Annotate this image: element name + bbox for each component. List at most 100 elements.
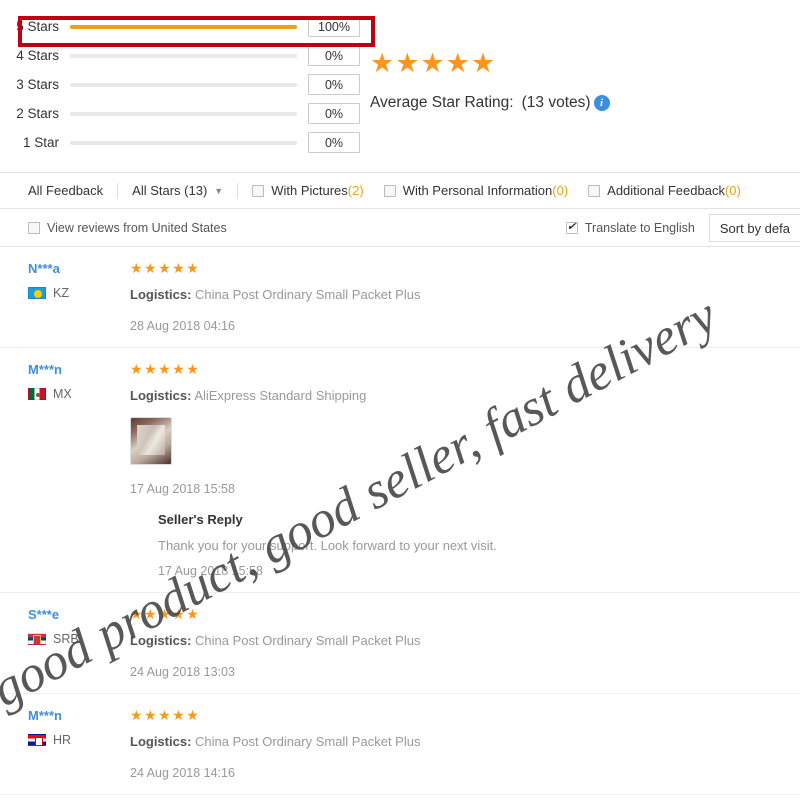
review-stars-icon: ★★★★★ xyxy=(130,707,201,723)
average-stars-icon: ★★★★★ xyxy=(370,48,497,78)
flag-mx-icon xyxy=(28,388,46,400)
reviewer-name[interactable]: M***n xyxy=(28,708,130,723)
rating-bar-row[interactable]: 5 Stars 100% xyxy=(0,12,360,41)
rating-bar-row[interactable]: 2 Stars 0% xyxy=(0,99,360,128)
chevron-down-icon: ▼ xyxy=(214,185,224,196)
rating-bar-row[interactable]: 1 Star 0% xyxy=(0,128,360,157)
filter-translate-to-english[interactable]: Translate to English xyxy=(565,220,695,235)
flag-hr-icon xyxy=(28,734,46,746)
rating-bar-fill xyxy=(70,24,297,29)
logistics-label: Logistics: xyxy=(130,633,192,648)
country-code: SRB xyxy=(53,632,79,646)
logistics-label: Logistics: xyxy=(130,287,192,302)
rating-bar-row[interactable]: 3 Stars 0% xyxy=(0,70,360,99)
rating-bar-row[interactable]: 4 Stars 0% xyxy=(0,41,360,70)
additional-feedback-label: Additional Feedback xyxy=(607,183,725,198)
filter-with-pictures[interactable]: With Pictures (2) xyxy=(252,183,364,198)
rating-bar-label: 3 Stars xyxy=(16,77,59,92)
review-page: 5 Stars 100% 4 Stars 0% 3 Stars 0% 2 Sta… xyxy=(0,0,800,800)
info-icon[interactable]: i xyxy=(593,95,610,111)
seller-reply: Seller's Reply Thank you for your suppor… xyxy=(130,512,800,578)
feedback-filter-bar: All Feedback All Stars (13) ▼ With Pictu… xyxy=(0,172,800,209)
country-code: KZ xyxy=(53,286,69,300)
rating-bar-label: 5 Stars xyxy=(16,19,59,34)
filter-with-personal-information[interactable]: With Personal Information (0) xyxy=(383,183,569,198)
filter-view-reviews-country[interactable]: View reviews from United States xyxy=(28,221,227,235)
seller-reply-title: Seller's Reply xyxy=(158,512,243,527)
review-item: N***a KZ ★★★★★ Logistics: China Post Ord… xyxy=(0,247,800,348)
flag-srb-icon xyxy=(28,633,46,645)
review-item-partial: AliExpress Shopper ★★★★★ xyxy=(0,795,800,800)
reviewer-country: MX xyxy=(28,387,130,401)
review-logistics: Logistics: China Post Ordinary Small Pac… xyxy=(130,287,800,302)
rating-bar-percent: 0% xyxy=(308,132,360,153)
reviewer-info: M***n HR xyxy=(0,708,130,794)
filter-all-stars-label: All Stars (13) xyxy=(132,183,208,198)
reviewer-info: N***a KZ xyxy=(0,261,130,347)
review-item: S***e SRB ★★★★★ Logistics: China Post Or… xyxy=(0,593,800,694)
right-controls: Translate to English Sort by defa xyxy=(565,209,800,247)
review-date: 28 Aug 2018 04:16 xyxy=(130,319,235,333)
average-rating-block: ★★★★★ Average Star Rating: (13 votes) i xyxy=(370,50,610,112)
filter-all-stars-dropdown[interactable]: All Stars (13) ▼ xyxy=(132,183,223,198)
additional-feedback-checkbox[interactable] xyxy=(588,184,601,197)
reviewer-name[interactable]: M***n xyxy=(28,362,130,377)
logistics-value: China Post Ordinary Small Packet Plus xyxy=(195,633,421,648)
with-pictures-label: With Pictures xyxy=(271,183,348,198)
view-reviews-checkbox[interactable] xyxy=(28,221,40,234)
review-date: 24 Aug 2018 14:16 xyxy=(130,766,235,780)
reviewer-name[interactable]: N***a xyxy=(28,261,130,276)
review-logistics: Logistics: AliExpress Standard Shipping xyxy=(130,388,800,403)
logistics-value: China Post Ordinary Small Packet Plus xyxy=(195,287,421,302)
review-date: 24 Aug 2018 13:03 xyxy=(130,665,235,679)
review-body: ★★★★★ Logistics: AliExpress Standard Shi… xyxy=(130,362,800,592)
with-pictures-count: (2) xyxy=(347,183,364,198)
review-stars-icon: ★★★★★ xyxy=(130,260,201,276)
review-item: M***n MX ★★★★★ Logistics: AliExpress Sta… xyxy=(0,348,800,593)
translate-checkbox[interactable] xyxy=(565,220,578,234)
filter-all-feedback[interactable]: All Feedback xyxy=(28,183,103,198)
rating-bar-label: 4 Stars xyxy=(16,48,59,63)
review-item: M***n HR ★★★★★ Logistics: China Post Ord… xyxy=(0,694,800,795)
logistics-label: Logistics: xyxy=(130,388,192,403)
review-stars-icon: ★★★★★ xyxy=(130,606,201,622)
translate-label: Translate to English xyxy=(584,221,695,235)
rating-bar-track xyxy=(70,82,297,87)
review-date: 17 Aug 2018 15:58 xyxy=(130,482,235,496)
logistics-value: AliExpress Standard Shipping xyxy=(194,388,367,403)
rating-bar-label: 2 Stars xyxy=(16,106,59,121)
additional-feedback-count: (0) xyxy=(724,183,741,198)
reviewer-country: SRB xyxy=(28,632,130,646)
rating-bar-track xyxy=(70,140,297,145)
review-logistics: Logistics: China Post Ordinary Small Pac… xyxy=(130,734,800,749)
rating-bar-label: 1 Star xyxy=(22,135,59,150)
view-reviews-label: View reviews from United States xyxy=(47,220,227,235)
secondary-filter-bar: View reviews from United States Translat… xyxy=(0,209,800,247)
divider xyxy=(237,183,239,198)
seller-reply-body: Thank you for your support. Look forward… xyxy=(158,538,497,553)
logistics-value: China Post Ordinary Small Packet Plus xyxy=(195,734,421,749)
rating-bar-track xyxy=(70,53,297,58)
review-body: ★★★★★ Logistics: China Post Ordinary Sma… xyxy=(130,607,800,693)
seller-reply-date: 17 Aug 2018 15:58 xyxy=(158,564,263,578)
review-photo-thumbnail[interactable] xyxy=(130,417,172,465)
reviewer-country: KZ xyxy=(28,286,130,300)
with-personal-information-label: With Personal Information xyxy=(402,183,553,198)
votes-count: (13 votes) xyxy=(521,94,591,111)
reviewer-name[interactable]: S***e xyxy=(28,607,130,622)
rating-bar-percent: 0% xyxy=(308,45,360,66)
filter-additional-feedback[interactable]: Additional Feedback (0) xyxy=(588,183,741,198)
with-personal-information-checkbox[interactable] xyxy=(383,184,396,197)
flag-kz-icon xyxy=(28,287,46,299)
sort-by-dropdown[interactable]: Sort by defa xyxy=(708,214,800,242)
with-personal-information-count: (0) xyxy=(552,183,569,198)
with-pictures-checkbox[interactable] xyxy=(252,184,265,197)
review-body: ★★★★★ Logistics: China Post Ordinary Sma… xyxy=(130,708,800,794)
average-rating-line: Average Star Rating: (13 votes) i xyxy=(370,94,610,112)
rating-bar-percent: 100% xyxy=(308,16,360,37)
reviewer-info: S***e SRB xyxy=(0,607,130,693)
logistics-label: Logistics: xyxy=(130,734,192,749)
country-code: MX xyxy=(53,387,72,401)
reviewer-country: HR xyxy=(28,733,130,747)
country-code: HR xyxy=(53,733,72,747)
